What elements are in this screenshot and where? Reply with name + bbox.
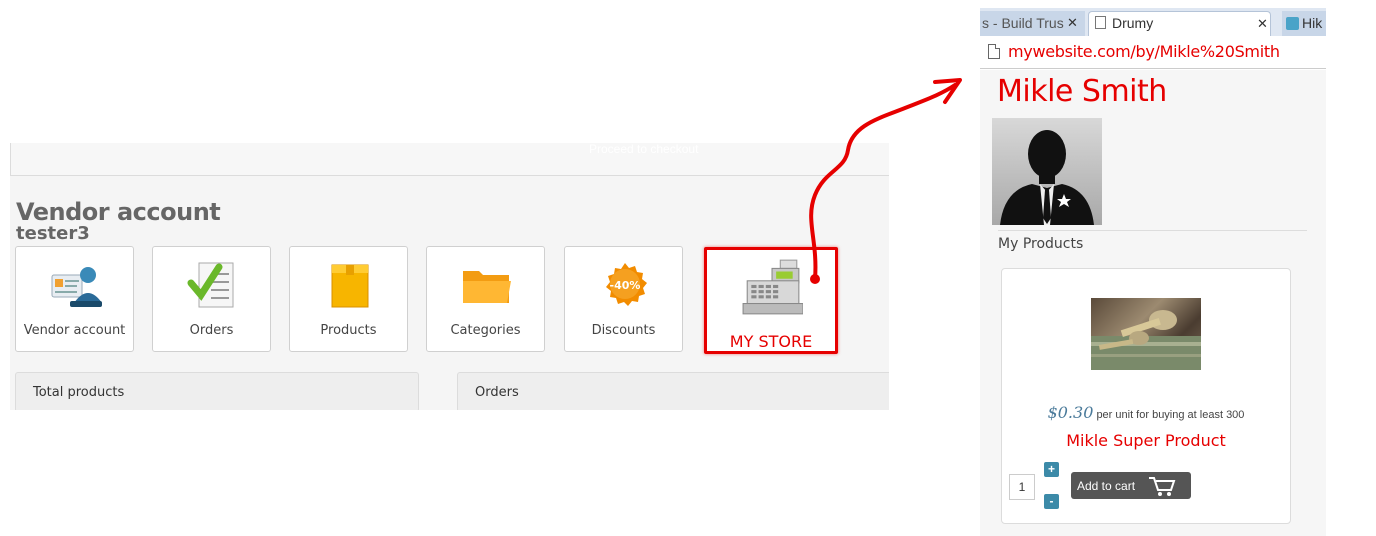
discount-badge-icon: -40% [606, 263, 647, 306]
vendor-avatar [992, 118, 1102, 225]
page-icon [1095, 16, 1106, 29]
vendor-panel: Proceed to checkout Vendor account teste… [10, 143, 889, 410]
browser-tab-build-trust[interactable]: s - Build Trus ✕ [980, 11, 1085, 36]
discount-badge-text: -40% [610, 279, 641, 292]
avatar-silhouette-icon [1000, 130, 1094, 225]
tile-vendor-account[interactable]: Vendor account [15, 246, 134, 352]
tab-label: Drumy [1112, 15, 1154, 31]
my-products-heading: My Products [998, 230, 1307, 252]
browser-tab-drumy[interactable]: Drumy ✕ [1088, 11, 1271, 36]
tab-label: s - Build Trus [982, 15, 1064, 31]
keys-on-money-icon [1091, 310, 1201, 370]
tile-my-store[interactable]: MY STORE [704, 247, 838, 354]
tile-products[interactable]: Products [289, 246, 408, 352]
close-icon[interactable]: ✕ [1257, 16, 1268, 32]
tile-label: Vendor account [23, 323, 126, 338]
cash-register-icon [742, 259, 803, 315]
product-card: $0.30 per unit for buying at least 300 M… [1001, 268, 1291, 524]
tile-label: Orders [189, 323, 234, 338]
section-total-products: Total products [15, 372, 419, 410]
vendor-username: tester3 [16, 223, 90, 244]
hikashop-icon [1286, 17, 1299, 30]
product-name-link[interactable]: Mikle Super Product [1002, 431, 1290, 450]
tile-categories[interactable]: Categories [426, 246, 545, 352]
quantity-input[interactable]: 1 [1009, 474, 1035, 500]
product-image[interactable] [1091, 298, 1201, 370]
tile-label: MY STORE [729, 332, 813, 351]
quantity-plus-button[interactable]: + [1044, 462, 1059, 477]
section-label: Orders [475, 385, 519, 400]
price-note: per unit for buying at least 300 [1096, 409, 1245, 421]
tile-label: Categories [450, 323, 521, 338]
page-title: Vendor account [16, 198, 221, 226]
quantity-minus-button[interactable]: - [1044, 494, 1059, 509]
tile-orders[interactable]: Orders [152, 246, 271, 352]
vendor-account-icon [51, 267, 102, 307]
product-box-icon [331, 264, 369, 308]
browser-tab-hikashop[interactable]: Hik [1282, 11, 1326, 36]
arrow-head [933, 78, 962, 104]
folder-icon [463, 271, 511, 303]
orders-checklist-icon [187, 262, 234, 308]
price-line: $0.30 per unit for buying at least 300 [1002, 403, 1290, 422]
vendor-store-page: Mikle Smith My Products $0.30 per unit f… [980, 70, 1326, 536]
add-to-cart-button[interactable]: Add to cart [1071, 472, 1191, 499]
browser-window: s - Build Trus ✕ Drumy ✕ Hik mywebsite.c… [980, 8, 1326, 536]
add-to-cart-label: Add to cart [1077, 479, 1136, 493]
proceed-to-checkout-link[interactable]: Proceed to checkout [589, 143, 698, 156]
top-box: Proceed to checkout [10, 143, 889, 176]
product-price: $0.30 [1047, 403, 1094, 422]
section-label: Total products [33, 385, 125, 400]
vendor-name-heading: Mikle Smith [997, 74, 1167, 109]
tab-strip: s - Build Trus ✕ Drumy ✕ Hik [980, 8, 1326, 36]
tile-discounts[interactable]: -40% Discounts [564, 246, 683, 352]
section-orders: Orders [457, 372, 889, 410]
tab-label: Hik [1302, 15, 1323, 31]
address-bar[interactable]: mywebsite.com/by/Mikle%20Smith [980, 36, 1326, 69]
close-icon[interactable]: ✕ [1067, 15, 1078, 31]
page-icon [988, 44, 1000, 59]
tile-label: Discounts [591, 323, 656, 338]
url-text: mywebsite.com/by/Mikle%20Smith [1008, 42, 1280, 61]
shopping-cart-icon [1149, 477, 1176, 496]
tile-label: Products [320, 323, 377, 338]
